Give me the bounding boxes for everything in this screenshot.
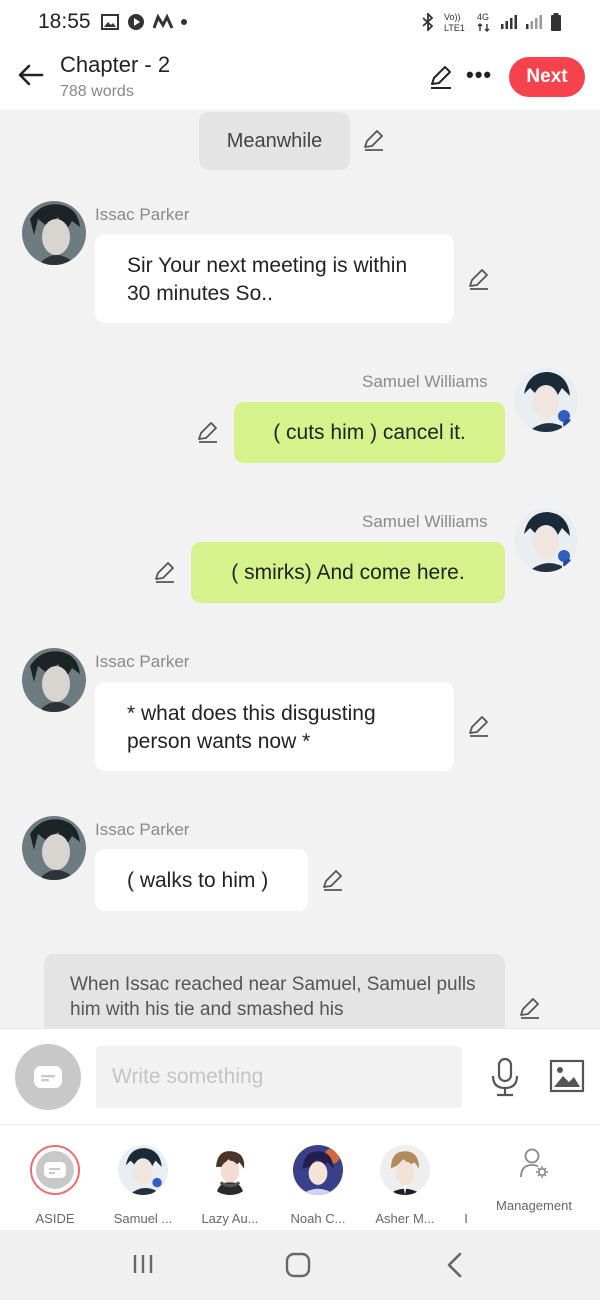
aside-icon	[34, 1066, 62, 1088]
system-nav-bar	[0, 1230, 600, 1300]
network-4g-icon: 4G	[477, 12, 490, 32]
m-app-notification-icon	[152, 14, 173, 29]
avatar	[293, 1145, 343, 1195]
status-bar: 18:55 Vo)) LTE1 4G	[0, 0, 600, 44]
volte-icon: Vo)) LTE1	[444, 12, 465, 33]
compose-bar	[0, 1028, 600, 1124]
character-aside[interactable]: ASIDE	[15, 1145, 95, 1226]
character-samuel[interactable]: Samuel ...	[103, 1145, 183, 1226]
character-noah[interactable]: Noah C...	[278, 1145, 358, 1226]
avatar	[380, 1145, 430, 1195]
home-icon[interactable]	[285, 1252, 311, 1278]
sender-name: Issac Parker	[95, 820, 190, 839]
avatar	[205, 1145, 255, 1195]
svg-text:LTE1: LTE1	[444, 23, 465, 33]
bluetooth-icon	[422, 13, 434, 31]
more-options-icon[interactable]: •••	[466, 62, 492, 88]
avatar-issac[interactable]	[22, 816, 86, 880]
message-bubble[interactable]: ( walks to him )	[95, 849, 308, 911]
character-bar: ASIDE Samuel ... Lazy Au... Noah C... As…	[0, 1124, 600, 1230]
aside-avatar	[30, 1145, 80, 1195]
title-block: Chapter - 2 788 words	[60, 52, 170, 101]
message-bubble[interactable]: ( smirks) And come here.	[191, 542, 505, 603]
play-notification-icon	[127, 14, 144, 30]
character-label: Noah C...	[290, 1211, 346, 1226]
character-label: ASIDE	[35, 1211, 75, 1226]
character-management-icon	[520, 1148, 548, 1178]
avatar	[118, 1145, 168, 1195]
microphone-icon[interactable]	[488, 1057, 522, 1097]
recent-apps-icon[interactable]	[131, 1252, 155, 1276]
edit-icon[interactable]	[321, 868, 345, 892]
management-button[interactable]: Management	[484, 1147, 584, 1213]
edit-icon[interactable]	[196, 420, 220, 444]
message-bubble[interactable]: * what does this disgusting person wants…	[95, 682, 454, 771]
aside-toggle-button[interactable]	[15, 1044, 81, 1110]
sender-name: Issac Parker	[95, 205, 190, 224]
scene-label[interactable]: Meanwhile	[199, 112, 350, 170]
edit-icon[interactable]	[153, 560, 177, 584]
management-label: Management	[496, 1198, 572, 1213]
signal-icon	[501, 15, 517, 29]
svg-text:4G: 4G	[477, 12, 489, 22]
avatar-issac[interactable]	[22, 201, 86, 265]
narration-block[interactable]: When Issac reached near Samuel, Samuel p…	[44, 954, 505, 1028]
message-input[interactable]	[96, 1046, 462, 1108]
gallery-notification-icon	[100, 14, 119, 30]
avatar-samuel[interactable]	[514, 368, 578, 432]
chapter-title[interactable]: Chapter - 2	[60, 52, 170, 78]
status-time: 18:55	[38, 10, 91, 33]
edit-title-icon[interactable]	[428, 64, 454, 90]
signal-2-icon	[526, 15, 542, 29]
message-bubble[interactable]: Sir Your next meeting is within 30 minut…	[95, 234, 454, 323]
dot-notification-icon	[180, 19, 187, 25]
edit-icon[interactable]	[518, 996, 542, 1020]
character-lazy-au[interactable]: Lazy Au...	[190, 1145, 270, 1226]
back-nav-icon[interactable]	[444, 1252, 466, 1278]
svg-text:Vo)): Vo))	[444, 12, 461, 22]
chat-area[interactable]: Meanwhile Issac Parker Sir Your next mee…	[0, 110, 600, 1028]
avatar-samuel[interactable]	[514, 508, 578, 572]
character-label: Samuel ...	[113, 1211, 173, 1226]
edit-icon[interactable]	[362, 128, 386, 152]
edit-icon[interactable]	[467, 714, 491, 738]
app-header: Chapter - 2 788 words ••• Next	[0, 44, 600, 110]
sender-name: Samuel Williams	[362, 372, 488, 391]
edit-icon[interactable]	[467, 267, 491, 291]
sender-name: Samuel Williams	[362, 512, 488, 531]
sender-name: Issac Parker	[95, 652, 190, 671]
next-button[interactable]: Next	[509, 57, 585, 97]
back-arrow-icon[interactable]	[16, 60, 46, 90]
battery-icon	[551, 13, 561, 31]
character-label: Lazy Au...	[201, 1211, 259, 1226]
avatar-issac[interactable]	[22, 648, 86, 712]
image-icon[interactable]	[549, 1059, 585, 1093]
message-bubble[interactable]: ( cuts him ) cancel it.	[234, 402, 505, 463]
character-label: I	[464, 1211, 468, 1226]
aside-icon	[44, 1162, 66, 1178]
word-count: 788 words	[60, 83, 134, 100]
